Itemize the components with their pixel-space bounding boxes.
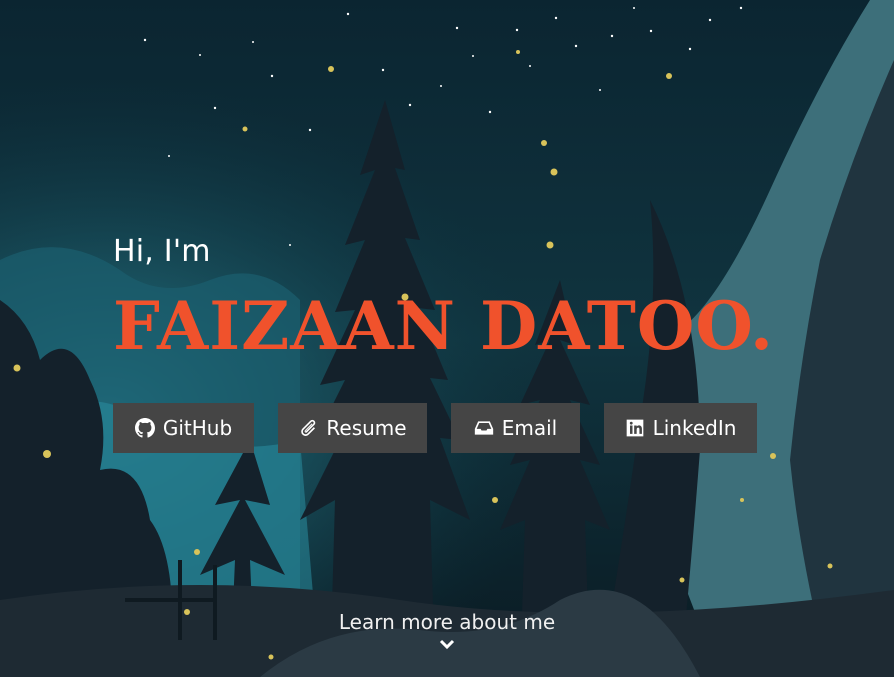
learn-more-label: Learn more about me [338,610,556,634]
greeting: Hi, I'm [113,234,211,269]
github-label: GitHub [162,416,233,440]
resume-button[interactable]: Resume [278,403,427,453]
email-label: Email [501,416,558,440]
resume-label: Resume [326,416,407,440]
linkedin-button[interactable]: LinkedIn [604,403,757,453]
linkedin-icon [626,419,643,437]
paperclip-icon [301,419,316,436]
social-buttons: GitHub Resume Email LinkedIn [113,403,757,453]
learn-more-link[interactable]: Learn more about me [0,610,894,652]
hero-name: FAIZAAN DATOO. [113,288,774,364]
linkedin-label: LinkedIn [652,416,737,440]
github-icon [134,418,155,438]
hero: Hi, I'm FAIZAAN DATOO. [113,232,774,364]
email-button[interactable]: Email [451,403,580,453]
inbox-icon [474,421,493,435]
hero-name-period: . [750,287,775,365]
hero-name-text: FAIZAAN DATOO [113,287,751,365]
github-button[interactable]: GitHub [113,403,254,453]
chevron-down-icon [439,639,455,650]
